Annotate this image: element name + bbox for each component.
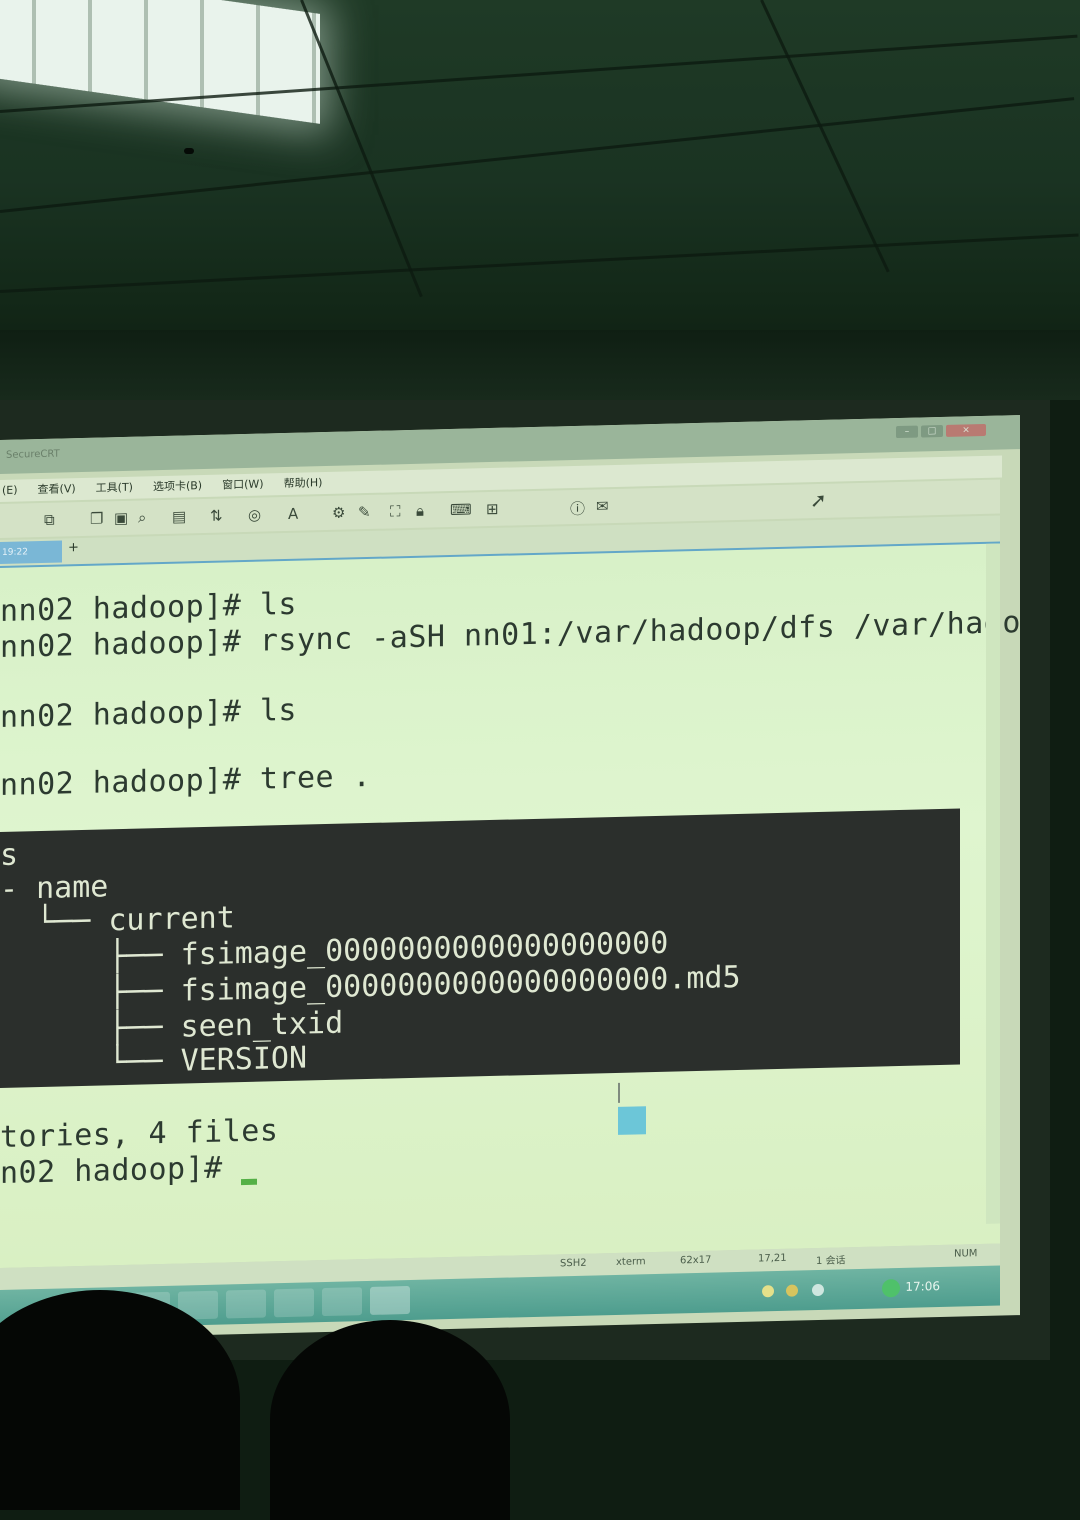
session-tab[interactable]: 19:22 — [0, 540, 62, 564]
menu-edit[interactable]: (E) — [2, 480, 18, 502]
menu-tools[interactable]: 工具(T) — [96, 477, 133, 500]
tree-line: └── current — [0, 900, 235, 941]
keyboard-icon[interactable]: ⌨ — [450, 500, 472, 519]
connect-icon[interactable]: ⧉ — [44, 511, 55, 529]
status-sessions: 1 会话 — [816, 1255, 846, 1268]
tree-output-highlight: s - name └── current ├── fsimage_0000000… — [0, 808, 960, 1088]
window-close-icon[interactable]: × — [946, 423, 986, 437]
audience-head — [0, 1290, 240, 1510]
window-title: SecureCRT — [6, 448, 60, 461]
script-icon[interactable]: ✎ — [358, 503, 371, 521]
new-tab-icon[interactable]: ⊞ — [486, 500, 499, 518]
status-cursor-pos: 17,21 — [758, 1252, 787, 1265]
menu-help[interactable]: 帮助(H) — [284, 472, 323, 495]
status-size: 62x17 — [680, 1254, 712, 1267]
window-maximize-icon[interactable]: □ — [921, 424, 943, 438]
add-tab-button[interactable]: + — [68, 540, 79, 555]
copy-icon[interactable]: ❐ — [90, 509, 103, 527]
overlay-marker — [618, 1106, 646, 1135]
window-controls: – □ × — [896, 423, 986, 439]
text-cursor-icon — [618, 1082, 620, 1103]
tree-line: └── VERSION — [0, 1040, 308, 1083]
print-icon[interactable]: ▤ — [172, 507, 186, 525]
ceiling-light — [0, 0, 320, 124]
menu-view[interactable]: 查看(V) — [38, 478, 76, 501]
chat-icon[interactable]: ✉ — [596, 497, 609, 515]
cursor-arrow-icon: ➚ — [810, 487, 827, 513]
status-num: NUM — [954, 1248, 978, 1260]
terminal-line: nn02 hadoop]# ls — [0, 692, 297, 735]
fullscreen-icon[interactable]: ⛶ — [390, 502, 401, 520]
terminal-line: nn02 hadoop]# ls — [0, 586, 297, 629]
terminal-prompt-line: n02 hadoop]# — [0, 1150, 258, 1191]
terminal-cursor — [241, 1178, 258, 1186]
ceiling-tile-seam — [0, 97, 1075, 213]
lock-icon[interactable]: 🔒︎ — [416, 502, 424, 520]
keymap-icon[interactable]: ⚙ — [332, 504, 345, 522]
help-icon[interactable]: ⓘ — [570, 498, 585, 519]
globe-icon[interactable]: ◎ — [248, 506, 261, 524]
audience-silhouettes — [0, 1270, 1080, 1520]
terminal-line: nn02 hadoop]# tree . — [0, 758, 372, 803]
terminal-line: tories, 4 files — [0, 1113, 279, 1155]
terminal-prompt: n02 hadoop]# — [0, 1150, 242, 1191]
menu-window[interactable]: 窗口(W) — [222, 474, 263, 497]
font-icon[interactable]: A — [288, 505, 298, 523]
terminal-output[interactable]: nn02 hadoop]# ls nn02 hadoop]# rsync -aS… — [0, 543, 1020, 1268]
ceiling-tile-seam — [0, 233, 1079, 293]
terminal-scrollbar[interactable] — [986, 543, 1000, 1224]
status-terminal-type: xterm — [616, 1256, 646, 1268]
paste-icon[interactable]: ▣ — [114, 509, 128, 527]
ceiling-tile-seam — [760, 0, 890, 273]
ceiling-tile-seam — [300, 0, 423, 298]
menu-tabs[interactable]: 选项卡(B) — [153, 475, 202, 498]
window-minimize-icon[interactable]: – — [896, 425, 918, 439]
tree-line: s — [0, 837, 19, 873]
transfer-icon[interactable]: ⇅ — [210, 507, 223, 525]
ceiling-sprinkler — [184, 148, 194, 154]
audience-head — [270, 1320, 510, 1520]
screen-housing — [0, 330, 1080, 400]
find-icon[interactable]: ⌕ — [138, 508, 146, 526]
status-protocol: SSH2 — [560, 1257, 587, 1270]
projected-window: SecureCRT – □ × (E) 查看(V) 工具(T) 选项卡(B) 窗… — [0, 415, 1020, 1340]
tree-line: - name — [0, 869, 109, 907]
ceiling — [0, 0, 1080, 400]
